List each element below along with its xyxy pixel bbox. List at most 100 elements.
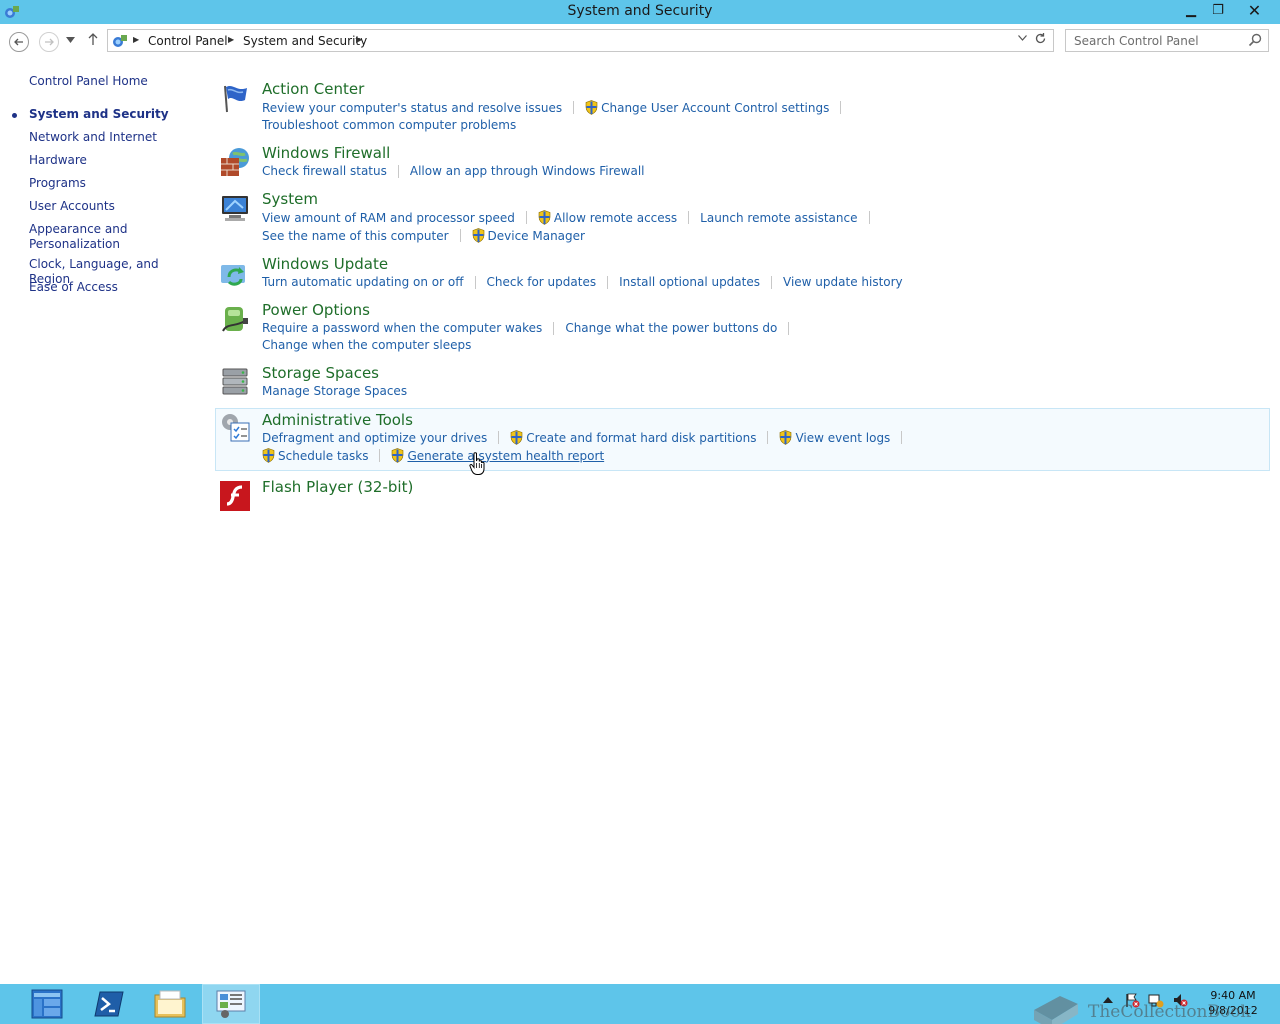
sidebar-item-network-and-internet[interactable]: Network and Internet — [29, 130, 199, 145]
windows-update-icon — [221, 265, 245, 286]
search-icon[interactable] — [1248, 33, 1262, 47]
book-icon — [1034, 996, 1078, 1024]
back-button[interactable] — [9, 32, 29, 52]
task-link-label-hovered[interactable]: Generate a system health report — [407, 449, 604, 463]
category-title[interactable]: Administrative Tools — [262, 411, 413, 429]
task-link[interactable]: Defragment and optimize your drives — [262, 431, 487, 445]
recent-locations-button[interactable] — [66, 36, 75, 45]
sidebar-item-control-panel-home[interactable]: Control Panel Home — [29, 74, 199, 89]
refresh-icon[interactable] — [1034, 32, 1047, 49]
category-title[interactable]: Windows Update — [262, 255, 388, 273]
task-link[interactable]: Create and format hard disk partitions — [510, 430, 756, 445]
task-link[interactable]: Launch remote assistance — [700, 211, 857, 225]
task-link[interactable]: Allow remote access — [538, 210, 677, 225]
up-button[interactable] — [87, 32, 99, 50]
search-input[interactable] — [1066, 30, 1246, 51]
watermark-text: TheCollectionBook — [1088, 1002, 1251, 1022]
separator — [767, 431, 769, 444]
arrow-up-icon — [88, 33, 98, 45]
sidebar-item-system-and-security[interactable]: System and Security — [29, 107, 199, 122]
title-bar[interactable]: System and Security ▁ ❐ ✕ — [0, 0, 1280, 24]
task-link[interactable]: Review your computer's status and resolv… — [262, 101, 562, 115]
task-link[interactable]: Allow an app through Windows Firewall — [410, 164, 645, 178]
category-title[interactable]: Windows Firewall — [262, 144, 390, 162]
category-administrative-tools: Administrative Tools Defragment and opti… — [215, 408, 1270, 471]
task-link[interactable]: Device Manager — [472, 228, 585, 243]
category-title[interactable]: Storage Spaces — [262, 364, 379, 382]
administrative-tools-icon — [222, 414, 250, 442]
task-link[interactable]: View update history — [783, 275, 903, 289]
task-link[interactable]: Check for updates — [487, 275, 597, 289]
task-link[interactable]: Change User Account Control settings — [585, 100, 829, 115]
task-link[interactable]: Schedule tasks — [262, 448, 368, 463]
sidebar-item-programs[interactable]: Programs — [29, 176, 199, 191]
task-link-label[interactable]: Allow remote access — [554, 211, 677, 225]
task-link[interactable]: Require a password when the computer wak… — [262, 321, 542, 335]
window-title: System and Security — [567, 3, 713, 19]
firewall-icon — [221, 148, 249, 176]
task-link[interactable]: View event logs — [779, 430, 890, 445]
task-link-label[interactable]: View event logs — [795, 431, 890, 445]
sidebar-item-appearance-and-personalization[interactable]: Appearance and Personalization — [29, 222, 139, 252]
category-title[interactable]: Action Center — [262, 80, 364, 98]
arrow-left-icon — [14, 38, 23, 46]
category-title[interactable]: Flash Player (32-bit) — [262, 478, 413, 496]
category-flash-player: Flash Player (32-bit) — [215, 478, 1270, 512]
task-link[interactable]: Generate a system health report — [391, 448, 604, 463]
task-link[interactable]: Check firewall status — [262, 164, 387, 178]
taskbar-file-explorer[interactable] — [141, 984, 199, 1024]
task-link[interactable]: Change what the power buttons do — [565, 321, 777, 335]
folder-icon — [154, 990, 186, 1018]
separator — [901, 431, 903, 444]
task-link[interactable]: Turn automatic updating on or off — [262, 275, 464, 289]
task-link[interactable]: Manage Storage Spaces — [262, 384, 407, 398]
separator — [525, 211, 527, 224]
address-dropdown-icon[interactable] — [1018, 34, 1027, 44]
category-title[interactable]: Power Options — [262, 301, 370, 319]
task-link-label[interactable]: Device Manager — [488, 229, 585, 243]
minimize-button[interactable]: ▁ — [1178, 0, 1204, 20]
task-link[interactable]: Troubleshoot common computer problems — [262, 118, 516, 132]
task-link[interactable]: See the name of this computer — [262, 229, 449, 243]
separator — [459, 229, 461, 242]
uac-shield-icon — [392, 448, 404, 463]
task-link[interactable]: View amount of RAM and processor speed — [262, 211, 515, 225]
control-panel-icon — [113, 35, 127, 47]
watermark: TheCollectionBook — [1030, 992, 1251, 1024]
breadcrumb-separator-icon[interactable]: ▶ — [228, 35, 234, 44]
task-link-label[interactable]: Schedule tasks — [278, 449, 368, 463]
category-windows-firewall: Windows Firewall Check firewall status A… — [215, 144, 1270, 184]
start-button[interactable] — [18, 984, 76, 1024]
breadcrumb-control-panel[interactable]: Control Panel — [148, 34, 228, 48]
control-panel-icon — [216, 990, 246, 1018]
taskbar-powershell[interactable] — [80, 984, 138, 1024]
forward-button[interactable] — [39, 32, 59, 52]
search-box[interactable] — [1065, 29, 1269, 52]
breadcrumb-separator-icon[interactable]: ▶ — [356, 35, 362, 44]
taskbar-control-panel[interactable] — [202, 984, 260, 1024]
flag-icon — [224, 85, 247, 113]
sidebar-item-user-accounts[interactable]: User Accounts — [29, 199, 199, 214]
server-manager-icon — [31, 989, 63, 1019]
task-link[interactable]: Install optional updates — [619, 275, 760, 289]
separator — [771, 275, 772, 289]
task-link-label[interactable]: Change User Account Control settings — [601, 101, 829, 115]
breadcrumb-system-and-security[interactable]: System and Security — [243, 34, 367, 48]
sidebar-item-hardware[interactable]: Hardware — [29, 153, 199, 168]
arrow-right-icon — [45, 38, 54, 46]
task-link[interactable]: Change when the computer sleeps — [262, 338, 471, 352]
flash-player-icon — [220, 481, 250, 511]
separator — [688, 211, 690, 224]
category-title[interactable]: System — [262, 190, 318, 208]
close-button[interactable]: ✕ — [1232, 0, 1277, 20]
category-storage-spaces: Storage Spaces Manage Storage Spaces — [215, 364, 1270, 404]
breadcrumb-separator-icon[interactable]: ▶ — [133, 35, 139, 44]
separator — [553, 321, 555, 335]
sidebar-item-ease-of-access[interactable]: Ease of Access — [29, 280, 199, 295]
restore-button[interactable]: ❐ — [1205, 0, 1231, 20]
current-page-bullet — [12, 113, 17, 118]
address-bar[interactable]: ▶ Control Panel ▶ System and Security ▶ — [107, 29, 1054, 52]
task-link-label[interactable]: Create and format hard disk partitions — [526, 431, 756, 445]
hand-cursor-icon — [469, 452, 485, 475]
uac-shield-icon — [510, 430, 523, 445]
